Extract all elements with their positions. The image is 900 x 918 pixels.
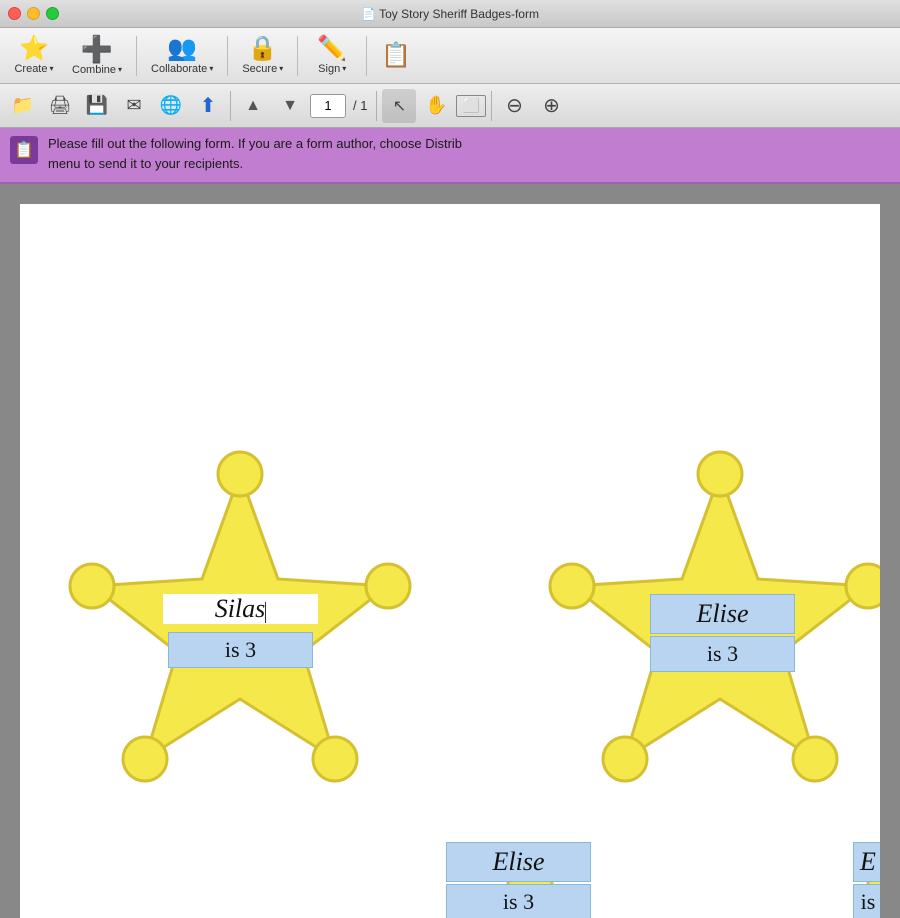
secure-icon: 🔒 [248, 37, 278, 61]
sign-label: Sign ▾ [318, 63, 346, 75]
create-button[interactable]: ⭐ Create ▾ [6, 32, 62, 80]
badge2-name-field[interactable]: Elise [650, 594, 795, 634]
create-label: Create ▾ [14, 63, 53, 75]
combine-dropdown-arrow: ▾ [118, 65, 122, 74]
sign-icon: ✏️ [317, 37, 347, 61]
badge2-age-text: is 3 [707, 641, 738, 666]
email-icon: ✉ [126, 95, 141, 116]
minimize-button[interactable] [27, 7, 40, 20]
secure-button[interactable]: 🔒 Secure ▾ [234, 32, 291, 80]
cursor-indicator [265, 602, 266, 623]
combine-label: Combine ▾ [72, 64, 122, 76]
combine-button[interactable]: ➕ Combine ▾ [64, 32, 130, 80]
create-icon: ⭐ [19, 37, 49, 61]
secure-label: Secure ▾ [242, 63, 283, 75]
toolbar-sep-1 [136, 36, 137, 76]
info-text-line1: Please fill out the following form. If y… [48, 134, 462, 154]
badge3-age-field[interactable]: is 3 [446, 884, 591, 918]
badge1-age-text: is 3 [225, 637, 256, 662]
info-text-line2: menu to send it to your recipients. [48, 154, 462, 174]
save-button[interactable]: 💾 [80, 89, 114, 123]
maximize-button[interactable] [46, 7, 59, 20]
upload-button[interactable]: ⬆ [191, 89, 225, 123]
forms-icon: 📋 [381, 44, 411, 68]
toolbar-sep-4 [366, 36, 367, 76]
page-total: / 1 [353, 98, 367, 113]
next-page-button[interactable]: ▼ [273, 89, 307, 123]
badge4-name-field[interactable]: E [853, 842, 880, 882]
zoom-in-button[interactable]: ⊕ [534, 89, 568, 123]
info-text-block: Please fill out the following form. If y… [48, 134, 462, 173]
folder-icon: 📁 [12, 95, 34, 116]
badge4-age-text: is [861, 889, 876, 914]
globe-button[interactable]: 🌐 [154, 89, 188, 123]
sign-dropdown-arrow: ▾ [342, 64, 346, 73]
open-folder-button[interactable]: 📁 [6, 89, 40, 123]
title-icon: 📄 [361, 7, 376, 21]
badge2-age-field[interactable]: is 3 [650, 636, 795, 672]
collaborate-label: Collaborate ▾ [151, 63, 213, 75]
secure-dropdown-arrow: ▾ [279, 64, 283, 73]
title-bar: 📄 Toy Story Sheriff Badges-form [0, 0, 900, 28]
cursor-tool-button[interactable]: ↖ [382, 89, 416, 123]
sign-button[interactable]: ✏️ Sign ▾ [304, 32, 360, 80]
badge1-name-field[interactable]: Silas [163, 594, 318, 624]
create-dropdown-arrow: ▾ [50, 64, 54, 73]
close-button[interactable] [8, 7, 21, 20]
combine-icon: ➕ [81, 36, 113, 62]
save-icon: 💾 [86, 95, 108, 116]
toolbar-sep-2 [227, 36, 228, 76]
document-page: Silas is 3 Elise is 3 Elise is 3 E is [20, 204, 880, 918]
badge4-name-text: E [860, 847, 876, 876]
tool-sep-2 [376, 91, 377, 121]
tool-sep-3 [491, 91, 492, 121]
prev-page-button[interactable]: ▲ [236, 89, 270, 123]
badge3-name-field[interactable]: Elise [446, 842, 591, 882]
window-controls [8, 7, 59, 20]
window-title: 📄 Toy Story Sheriff Badges-form [361, 7, 539, 21]
info-bar: 📋 Please fill out the following form. If… [0, 128, 900, 184]
badges-svg [20, 204, 880, 918]
email-button[interactable]: ✉ [117, 89, 151, 123]
collaborate-dropdown-arrow: ▾ [209, 64, 213, 73]
badge1-name-text: Silas [215, 594, 266, 623]
badge2-name-text: Elise [697, 599, 749, 628]
toolbar-sep-3 [297, 36, 298, 76]
secondary-toolbar: 📁 🖨 💾 ✉ 🌐 ⬆ ▲ ▼ / 1 ↖ ✋ ⬜ ⊖ ⊕ [0, 84, 900, 128]
forms-button[interactable]: 📋 [373, 32, 419, 80]
badge3-name-text: Elise [493, 847, 545, 876]
badge3-age-text: is 3 [503, 889, 534, 914]
zoom-box-button[interactable]: ⬜ [456, 95, 486, 117]
collaborate-icon: 👥 [167, 37, 197, 61]
collaborate-button[interactable]: 👥 Collaborate ▾ [143, 32, 221, 80]
main-toolbar: ⭐ Create ▾ ➕ Combine ▾ 👥 Collaborate ▾ 🔒… [0, 28, 900, 84]
badge4-age-field[interactable]: is [853, 884, 880, 918]
globe-icon: 🌐 [160, 95, 182, 116]
document-area: Silas is 3 Elise is 3 Elise is 3 E is [0, 184, 900, 918]
print-button[interactable]: 🖨 [43, 89, 77, 123]
hand-tool-button[interactable]: ✋ [419, 89, 453, 123]
print-icon: 🖨 [49, 95, 72, 116]
page-number-input[interactable] [310, 94, 346, 118]
tool-sep-1 [230, 91, 231, 121]
zoom-out-button[interactable]: ⊖ [497, 89, 531, 123]
badge1-age-field[interactable]: is 3 [168, 632, 313, 668]
form-info-icon: 📋 [10, 136, 38, 164]
